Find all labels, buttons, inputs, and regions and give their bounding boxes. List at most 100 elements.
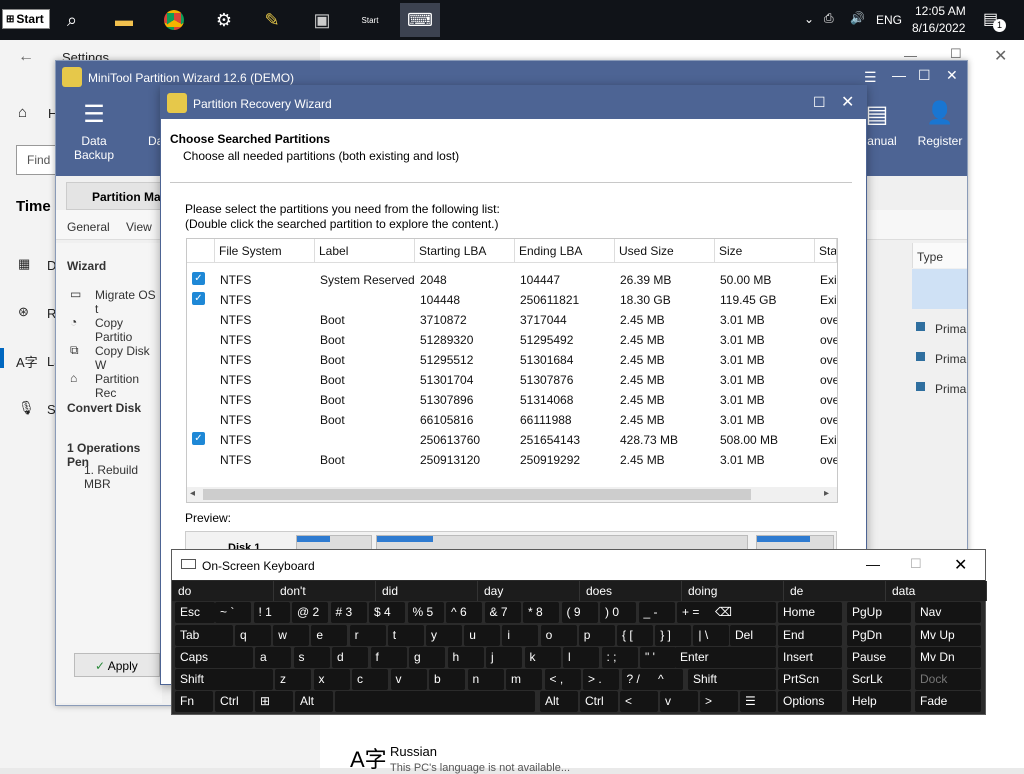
keyboard-key[interactable]: ^ 6 [446,602,482,623]
column-header-label[interactable]: Label [315,239,415,263]
column-header-file-system[interactable]: File System [215,239,315,263]
row-checkbox[interactable] [192,352,205,365]
network-icon[interactable]: ⎙ [824,11,834,26]
keyboard-key[interactable]: g [409,647,445,668]
keyboard-key[interactable]: h [447,647,484,668]
minimize-icon[interactable]: — [892,67,906,83]
keyboard-key[interactable]: d [332,647,368,668]
column-header-ending-lba[interactable]: Ending LBA [515,239,615,263]
keyboard-key[interactable]: ☰ [740,691,776,712]
keyboard-key[interactable] [335,691,535,712]
keyboard-key[interactable]: j [486,647,522,668]
keyboard-key[interactable]: @ 2 [292,602,328,623]
keyboard-key[interactable]: u [464,625,501,646]
keyboard-key[interactable]: Shift [175,669,273,690]
keyboard-nav-key[interactable]: Help [847,691,911,712]
keyboard-nav-key[interactable]: Options [778,691,842,712]
keyboard-key[interactable]: Ctrl [215,691,253,712]
keyboard-key[interactable]: n [467,669,504,690]
wizard-item-copy-disk[interactable]: Copy Disk W [95,344,162,372]
keyboard-key[interactable]: ! 1 [253,602,290,623]
keyboard-key[interactable]: ^ [653,669,683,690]
keyboard-nav-key[interactable]: PgDn [847,625,911,646]
keyboard-key[interactable]: w [273,625,310,646]
keyboard-key[interactable]: : ; [601,647,638,668]
menu-general[interactable]: General [67,220,110,234]
suggestion-item[interactable]: don't [274,581,376,601]
data-backup-button[interactable]: ☰ Data Backup [60,100,128,162]
keyboard-key[interactable]: * 8 [523,602,559,623]
scroll-left-icon[interactable]: ◂ [190,488,195,499]
keyboard-nav-key[interactable]: Fade [915,691,981,712]
keyboard-key[interactable]: Esc [175,602,215,623]
keyboard-key[interactable]: z [275,669,311,690]
dialog-maximize-icon[interactable]: ☐ [813,94,826,111]
keyboard-key[interactable]: " ' [640,647,676,668]
scroll-thumb[interactable] [203,489,751,500]
keyboard-key[interactable]: _ - [638,602,675,623]
keyboard-key[interactable]: ⊞ [255,691,293,712]
settings-gear-icon[interactable]: ⚙ [210,6,238,34]
keyboard-key[interactable]: $ 4 [369,602,405,623]
suggestion-item[interactable]: does [580,581,682,601]
keyboard-key[interactable]: r [349,625,386,646]
back-arrow-icon[interactable]: ← [18,48,34,66]
keyboard-key[interactable]: > [700,691,738,712]
home-icon[interactable]: ⌂ [18,104,27,121]
table-row[interactable]: ✓ NTFS 250613760 251654143 428.73 MB 508.00 M… [187,429,837,449]
keyboard-key[interactable]: Caps [175,647,253,668]
dialog-close-icon[interactable]: ✕ [841,92,854,112]
apply-button[interactable]: ✓ Apply [74,653,160,677]
keyboard-key[interactable]: k [524,647,561,668]
keyboard-key[interactable]: x [313,669,350,690]
start-button[interactable]: ⊞ Start [2,9,50,29]
column-header-starting-lba[interactable]: Starting LBA [415,239,515,263]
file-explorer-icon[interactable]: ▬ [110,6,138,34]
row-checkbox[interactable] [192,392,205,405]
maximize-icon[interactable]: ☐ [918,67,931,84]
row-checkbox[interactable] [192,372,205,385]
keyboard-key[interactable]: t [387,625,424,646]
keyboard-key[interactable]: > . [583,669,619,690]
suggestion-item[interactable]: de [784,581,886,601]
keyboard-key[interactable]: < [620,691,658,712]
keyboard-key[interactable]: Del [730,625,776,646]
menu-icon[interactable]: ☰ [864,69,877,86]
keyboard-close-icon[interactable]: ✕ [954,555,967,575]
table-row[interactable]: NTFS Boot 51307896 51314068 2.45 MB 3.01 MB ov… [187,389,837,409]
keyboard-key[interactable]: v [660,691,698,712]
wizard-item-partition-recovery[interactable]: Partition Rec [95,372,162,400]
keyboard-nav-key[interactable]: PgUp [847,602,911,623]
keyboard-key[interactable]: ⌫ [710,602,776,623]
chevron-up-icon[interactable]: ⌄ [804,12,814,26]
table-row[interactable]: NTFS Boot 250913120 250919292 2.45 MB 3.01 MB… [187,449,837,469]
keyboard-maximize-icon[interactable]: ☐ [910,556,922,572]
start-app-taskbar-icon[interactable]: Start [356,6,384,34]
table-row[interactable]: NTFS Boot 3710872 3717044 2.45 MB 3.01 MB ove [187,309,837,329]
chrome-icon[interactable] [160,6,188,34]
keyboard-key[interactable]: # 3 [330,602,367,623]
keyboard-key[interactable]: Ctrl [580,691,618,712]
table-row[interactable]: NTFS Boot 51295512 51301684 2.45 MB 3.01 MB ov… [187,349,837,369]
keyboard-nav-key[interactable]: Mv Up [915,625,981,646]
keyboard-key[interactable]: o [540,625,577,646]
keyboard-key[interactable]: v [390,669,427,690]
keyboard-key[interactable]: | \ [693,625,730,646]
volume-icon[interactable]: 🔊 [850,11,865,25]
keyboard-key[interactable]: ~ ` [215,602,251,623]
wizard-item-migrate[interactable]: Migrate OS t [95,288,162,316]
keyboard-key[interactable]: Shift [688,669,776,690]
keyboard-nav-key[interactable]: Nav [915,602,981,623]
table-row[interactable]: ✓ NTFS 104448 250611821 18.30 GB 119.45 GB Exi… [187,289,837,309]
keyboard-nav-key[interactable]: Home [778,602,842,623]
wizard-item-copy-partition[interactable]: Copy Partitio [95,316,162,344]
column-header-status[interactable]: Stat [815,239,837,263]
keyboard-key[interactable]: { [ [617,625,653,646]
keyboard-key[interactable]: % 5 [407,602,444,623]
tab-partition-management[interactable]: Partition Ma [66,182,166,210]
horizontal-scrollbar[interactable]: ◂ ▸ [187,487,837,502]
keyboard-key[interactable]: ) 0 [600,602,636,623]
keyboard-key[interactable]: Alt [295,691,333,712]
table-row[interactable]: ✓ NTFS System Reserved 2048 104447 26.39 MB 50… [187,269,837,289]
keyboard-key[interactable]: m [506,669,542,690]
